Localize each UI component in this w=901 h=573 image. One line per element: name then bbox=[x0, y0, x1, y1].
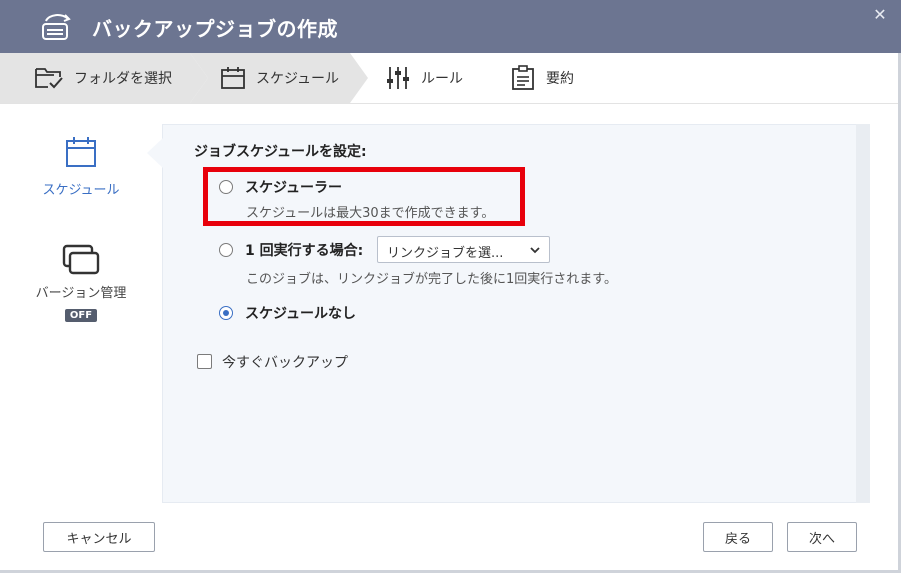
backup-now-label: 今すぐバックアップ bbox=[222, 355, 348, 371]
chevron-down-icon bbox=[530, 247, 540, 254]
step-label: フォルダを選択 bbox=[74, 71, 172, 87]
calendar-icon bbox=[221, 67, 245, 89]
schedule-heading: ジョブスケジュールを設定: bbox=[194, 144, 367, 160]
folder-check-icon bbox=[35, 68, 63, 89]
clipboard-icon bbox=[512, 65, 534, 90]
highlight-annotation bbox=[203, 167, 525, 226]
window-title: バックアップジョブの作成 bbox=[92, 17, 338, 41]
sidebar-item-label: バージョン管理 bbox=[35, 286, 127, 301]
no-schedule-radio[interactable] bbox=[219, 306, 233, 320]
sidebar-item-schedule[interactable]: スケジュール bbox=[0, 135, 162, 198]
sidebar-item-label: スケジュール bbox=[42, 183, 120, 198]
linked-job-select[interactable]: リンクジョブを選... bbox=[377, 236, 550, 263]
run-once-label: 1 回実行する場合: bbox=[245, 243, 364, 259]
backup-drive-icon bbox=[42, 14, 71, 40]
step-rules: ルール bbox=[385, 53, 463, 103]
back-button[interactable]: 戻る bbox=[703, 522, 773, 552]
sidebar: スケジュール バージョン管理 OFF bbox=[0, 103, 162, 503]
panel-pointer bbox=[147, 138, 163, 168]
step-label: 要約 bbox=[546, 71, 574, 87]
step-schedule: スケジュール bbox=[220, 53, 339, 103]
step-select-folder: フォルダを選択 bbox=[34, 53, 172, 103]
sidebar-item-versioning[interactable]: バージョン管理 OFF bbox=[0, 243, 162, 322]
step-label: ルール bbox=[421, 71, 463, 87]
step-label: スケジュール bbox=[256, 71, 340, 87]
step-summary: 要約 bbox=[510, 53, 574, 103]
no-schedule-label: スケジュールなし bbox=[245, 306, 357, 322]
scrollbar[interactable] bbox=[856, 124, 870, 503]
close-icon[interactable]: ✕ bbox=[871, 6, 889, 24]
title-bar: バックアップジョブの作成 ✕ bbox=[0, 0, 901, 53]
sliders-icon bbox=[387, 67, 409, 89]
cancel-button[interactable]: キャンセル bbox=[43, 522, 155, 552]
run-once-radio[interactable] bbox=[219, 243, 233, 257]
wizard-steps: フォルダを選択 スケジュール ルール 要約 bbox=[0, 53, 901, 104]
backup-now-checkbox[interactable] bbox=[197, 354, 212, 369]
status-badge: OFF bbox=[64, 309, 98, 322]
linked-job-select-value: リンクジョブを選... bbox=[387, 246, 504, 261]
calendar-icon bbox=[66, 137, 96, 167]
run-once-description: このジョブは、リンクジョブが完了した後に1回実行されます。 bbox=[246, 272, 617, 287]
next-button[interactable]: 次へ bbox=[787, 522, 857, 552]
windows-stack-icon bbox=[62, 244, 100, 275]
